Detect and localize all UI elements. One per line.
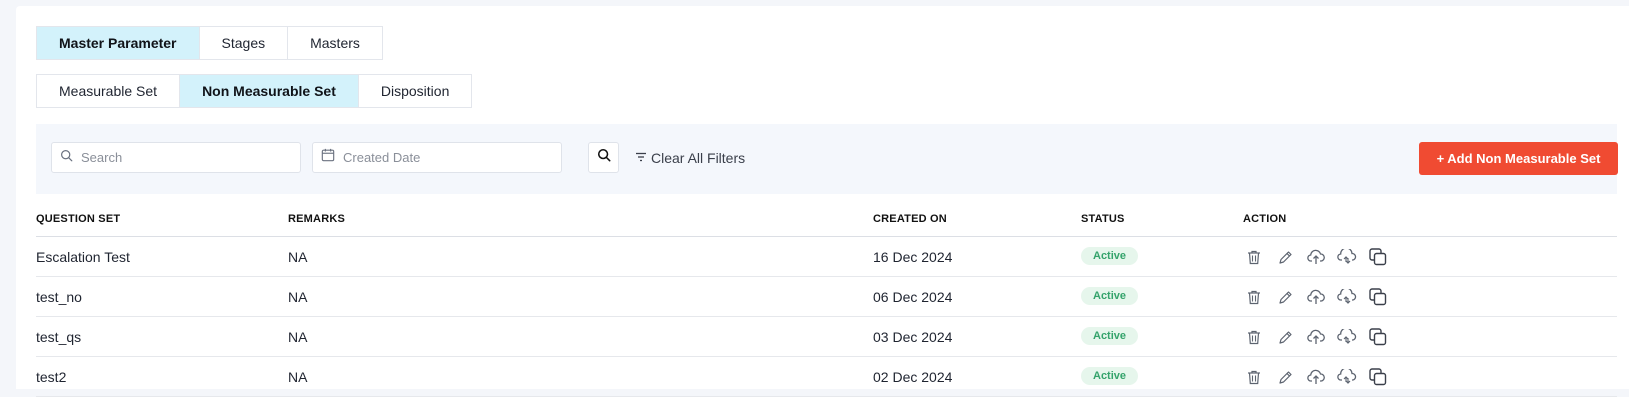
- cloud-upload-icon[interactable]: [1305, 366, 1327, 388]
- tab-masters[interactable]: Masters: [288, 27, 382, 59]
- row-actions: [1243, 286, 1398, 308]
- created-date-field: [312, 142, 562, 173]
- pencil-icon[interactable]: [1274, 286, 1296, 308]
- status-badge: Active: [1081, 247, 1139, 265]
- search-icon: [597, 148, 611, 167]
- pencil-icon[interactable]: [1274, 246, 1296, 268]
- header-question-set[interactable]: QUESTION SET: [36, 213, 120, 225]
- remarks-cell: NA: [288, 289, 308, 305]
- table-header: QUESTION SET REMARKS CREATED ON STATUS A…: [36, 198, 1617, 237]
- trash-icon[interactable]: [1243, 366, 1265, 388]
- table-row: test_qs NA 03 Dec 2024 Active: [36, 317, 1617, 357]
- header-status[interactable]: STATUS: [1081, 213, 1125, 225]
- cloud-upload-icon[interactable]: [1305, 326, 1327, 348]
- cloud-upload-icon[interactable]: [1305, 246, 1327, 268]
- search-icon: [60, 149, 73, 167]
- trash-icon[interactable]: [1243, 286, 1265, 308]
- cloud-sync-icon[interactable]: [1336, 246, 1358, 268]
- trash-icon[interactable]: [1243, 326, 1265, 348]
- status-badge: Active: [1081, 327, 1139, 345]
- tab-stages[interactable]: Stages: [200, 27, 289, 59]
- header-remarks[interactable]: REMARKS: [288, 213, 345, 225]
- search-input[interactable]: [79, 149, 283, 166]
- header-created-on[interactable]: CREATED ON: [873, 213, 947, 225]
- created-on-cell: 02 Dec 2024: [873, 369, 953, 385]
- tab-disposition[interactable]: Disposition: [359, 75, 471, 107]
- calendar-icon: [321, 148, 335, 167]
- search-button[interactable]: [588, 142, 619, 173]
- cloud-upload-icon[interactable]: [1305, 286, 1327, 308]
- remarks-cell: NA: [288, 249, 308, 265]
- trash-icon[interactable]: [1243, 246, 1265, 268]
- question-set-cell: test_qs: [36, 329, 82, 345]
- question-set-cell: test_no: [36, 289, 82, 305]
- question-set-table: QUESTION SET REMARKS CREATED ON STATUS A…: [36, 198, 1617, 397]
- top-tab-bar: Master Parameter Stages Masters: [36, 26, 383, 60]
- status-badge: Active: [1081, 367, 1139, 385]
- row-actions: [1243, 326, 1398, 348]
- pencil-icon[interactable]: [1274, 326, 1296, 348]
- table-row: Escalation Test NA 16 Dec 2024 Active: [36, 237, 1617, 277]
- cloud-sync-icon[interactable]: [1336, 326, 1358, 348]
- sub-tab-bar: Measurable Set Non Measurable Set Dispos…: [36, 74, 473, 108]
- clear-filters-label: Clear All Filters: [651, 150, 746, 166]
- row-actions: [1243, 366, 1398, 388]
- row-actions: [1243, 246, 1398, 268]
- table-row: test_no NA 06 Dec 2024 Active: [36, 277, 1617, 317]
- created-on-cell: 03 Dec 2024: [873, 329, 953, 345]
- header-action: ACTION: [1243, 213, 1287, 225]
- filter-icon: [635, 150, 651, 166]
- add-non-measurable-set-button[interactable]: + Add Non Measurable Set: [1419, 142, 1618, 175]
- filter-bar: Clear All Filters + Add Non Measurable S…: [36, 124, 1618, 194]
- cloud-sync-icon[interactable]: [1336, 366, 1358, 388]
- copy-icon[interactable]: [1367, 286, 1389, 308]
- copy-icon[interactable]: [1367, 246, 1389, 268]
- clear-all-filters-button[interactable]: Clear All Filters: [635, 150, 745, 166]
- created-on-cell: 06 Dec 2024: [873, 289, 953, 305]
- question-set-cell: test2: [36, 369, 67, 385]
- question-set-cell: Escalation Test: [36, 249, 130, 265]
- tab-master-parameter[interactable]: Master Parameter: [37, 27, 200, 59]
- created-date-input[interactable]: [341, 149, 545, 166]
- copy-icon[interactable]: [1367, 326, 1389, 348]
- pencil-icon[interactable]: [1274, 366, 1296, 388]
- table-row: test2 NA 02 Dec 2024 Active: [36, 357, 1617, 397]
- cloud-sync-icon[interactable]: [1336, 286, 1358, 308]
- remarks-cell: NA: [288, 369, 308, 385]
- remarks-cell: NA: [288, 329, 308, 345]
- search-field: [51, 142, 301, 173]
- status-badge: Active: [1081, 287, 1139, 305]
- table-body: Escalation Test NA 16 Dec 2024 Active te…: [36, 237, 1617, 397]
- tab-non-measurable-set[interactable]: Non Measurable Set: [180, 75, 359, 107]
- copy-icon[interactable]: [1367, 366, 1389, 388]
- page-container: Master Parameter Stages Masters Measurab…: [16, 6, 1629, 397]
- created-on-cell: 16 Dec 2024: [873, 249, 953, 265]
- tab-measurable-set[interactable]: Measurable Set: [37, 75, 181, 107]
